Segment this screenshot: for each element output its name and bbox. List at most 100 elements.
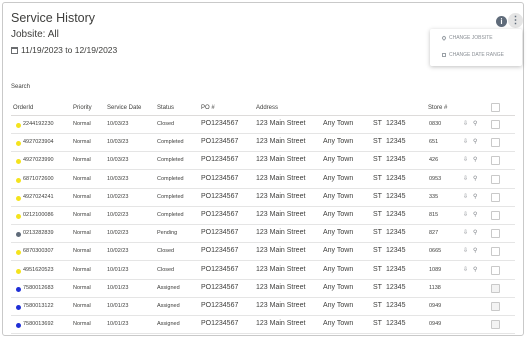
change-date-range-item[interactable]: CHANGE DATE RANGE — [442, 52, 504, 58]
cell-state: ST — [373, 229, 382, 237]
search-icon[interactable]: ⚲ — [473, 138, 477, 145]
cell-priority: Normal — [73, 121, 91, 127]
cell-state: ST — [373, 156, 382, 164]
row-checkbox[interactable] — [491, 211, 500, 220]
cell-city: Any Town — [323, 211, 354, 218]
search-label[interactable]: Search — [11, 84, 30, 90]
cell-po: PO1234567 — [201, 283, 239, 291]
table-row[interactable]: 6871072600 Normal 10/03/23 Completed PO12345… — [11, 171, 515, 189]
row-checkbox[interactable] — [491, 229, 500, 239]
table-row[interactable]: 2244192230 Normal 10/03/23 Closed PO1234567 1… — [11, 116, 515, 134]
search-icon[interactable]: ⚲ — [473, 229, 477, 236]
status-dot — [16, 177, 21, 183]
col-header-store[interactable]: Store # — [428, 105, 447, 111]
col-header-status[interactable]: Status — [157, 105, 174, 111]
download-icon[interactable]: ⇩ — [463, 120, 468, 127]
table-row[interactable]: 6870300307 Normal 10/02/23 Closed PO1234567 1… — [11, 243, 515, 262]
row-checkbox[interactable] — [491, 283, 500, 293]
cell-status: Completed — [157, 175, 184, 182]
download-icon[interactable]: ⇩ — [463, 247, 468, 254]
cell-city: Any Town — [323, 156, 354, 164]
cell-store: 0949 — [429, 303, 442, 309]
cell-city: Any Town — [323, 120, 354, 127]
search-icon[interactable]: ⚲ — [473, 211, 477, 218]
col-header-priority[interactable]: Priority — [73, 105, 92, 111]
search-icon[interactable]: ⚲ — [473, 193, 477, 200]
cell-city: Any Town — [323, 174, 354, 182]
search-icon[interactable]: ⚲ — [473, 120, 477, 127]
cell-state: ST — [373, 211, 382, 218]
cell-po: PO1234567 — [201, 320, 239, 328]
cell-status: Assigned — [157, 303, 180, 309]
cell-status: Assigned — [157, 284, 180, 291]
cell-zip: 12345 — [386, 320, 406, 328]
row-checkbox[interactable] — [491, 156, 500, 166]
cell-priority: Normal — [73, 230, 91, 237]
cell-store: 426 — [429, 157, 439, 164]
cell-state: ST — [373, 320, 382, 328]
cell-street: 123 Main Street — [256, 211, 306, 218]
cell-state: ST — [373, 265, 382, 273]
cell-date: 10/02/23 — [107, 230, 129, 237]
row-checkbox[interactable] — [491, 320, 500, 330]
cell-date: 10/01/23 — [107, 303, 129, 309]
row-checkbox[interactable] — [491, 302, 500, 311]
cell-store: 827 — [429, 230, 439, 237]
page-title: Service History — [11, 11, 96, 25]
download-icon[interactable]: ⇩ — [463, 138, 468, 145]
cell-date: 10/03/23 — [107, 139, 129, 146]
col-header-service-date[interactable]: Service Date — [107, 105, 141, 111]
col-header-po[interactable]: PO # — [201, 105, 215, 111]
cell-order: 0212100086 — [23, 212, 54, 218]
cell-state: ST — [373, 174, 382, 182]
table-row[interactable]: 7580012683 Normal 10/01/23 Assigned PO123456… — [11, 280, 515, 298]
download-icon[interactable]: ⇩ — [463, 156, 468, 163]
row-checkbox[interactable] — [491, 192, 500, 202]
table-row[interactable]: 7580013692 Normal 10/01/23 Assigned PO123456… — [11, 316, 515, 335]
col-header-address[interactable]: Address — [256, 105, 278, 111]
col-header-orderid[interactable]: OrderId — [13, 105, 33, 111]
info-icon[interactable]: i — [496, 16, 507, 27]
row-checkbox[interactable] — [491, 247, 500, 257]
table-row[interactable]: 4951620523 Normal 10/01/23 Closed PO1234567 1… — [11, 262, 515, 280]
cell-date: 10/02/23 — [107, 212, 129, 218]
table-row[interactable]: 4927023990 Normal 10/03/23 Completed PO12345… — [11, 152, 515, 171]
select-all-checkbox[interactable] — [491, 103, 500, 112]
more-options-button[interactable]: ⋮ — [508, 13, 523, 28]
cell-store: 0665 — [429, 248, 442, 255]
status-dot — [16, 232, 21, 238]
table-row[interactable]: 0212100086 Normal 10/02/23 Completed PO12345… — [11, 207, 515, 225]
table-row[interactable]: 4927024241 Normal 10/02/23 Completed PO12345… — [11, 189, 515, 207]
cell-date: 10/03/23 — [107, 175, 129, 182]
download-icon[interactable]: ⇩ — [463, 229, 468, 236]
row-checkbox[interactable] — [491, 265, 500, 275]
search-icon[interactable]: ⚲ — [473, 247, 477, 254]
cell-order: 4951620523 — [23, 266, 54, 273]
table-row[interactable]: 0213282839 Normal 10/02/23 Pending PO1234567… — [11, 225, 515, 244]
download-icon[interactable]: ⇩ — [463, 193, 468, 200]
row-checkbox[interactable] — [491, 174, 500, 184]
download-icon[interactable]: ⇩ — [463, 211, 468, 218]
status-dot — [16, 323, 21, 329]
status-dot — [16, 195, 21, 201]
cell-street: 123 Main Street — [256, 247, 306, 255]
search-icon[interactable]: ⚲ — [473, 175, 477, 182]
cell-street: 123 Main Street — [256, 283, 306, 291]
cell-street: 123 Main Street — [256, 174, 306, 182]
table-row[interactable]: 7580013122 Normal 10/01/23 Assigned PO123456… — [11, 298, 515, 316]
cell-po: PO1234567 — [201, 229, 239, 237]
cell-store: 651 — [429, 139, 439, 146]
cell-status: Completed — [157, 212, 184, 218]
cell-po: PO1234567 — [201, 302, 239, 309]
download-icon[interactable]: ⇩ — [463, 266, 468, 273]
table-row[interactable]: 4927023904 Normal 10/03/23 Completed PO12345… — [11, 134, 515, 153]
row-checkbox[interactable] — [491, 120, 500, 129]
download-icon[interactable]: ⇩ — [463, 175, 468, 182]
row-checkbox[interactable] — [491, 138, 500, 148]
location-pin-icon — [441, 35, 447, 41]
cell-street: 123 Main Street — [256, 156, 306, 164]
change-jobsite-item[interactable]: CHANGE JOBSITE — [441, 35, 493, 41]
search-icon[interactable]: ⚲ — [473, 156, 477, 163]
cell-status: Completed — [157, 193, 184, 200]
search-icon[interactable]: ⚲ — [473, 266, 477, 273]
